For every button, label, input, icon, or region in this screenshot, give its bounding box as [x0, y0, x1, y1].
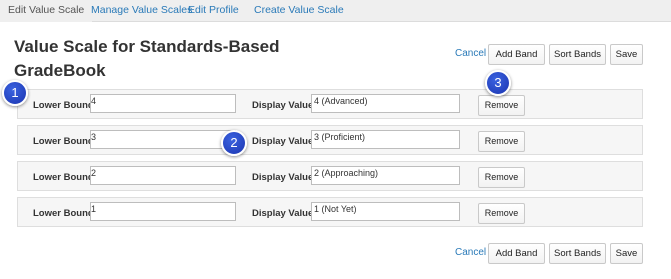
remove-button[interactable]: Remove	[478, 167, 525, 188]
display-value-input[interactable]: 2 (Approaching)	[311, 166, 460, 185]
tab-edit-profile[interactable]: Edit Profile	[180, 0, 247, 22]
sort-bands-button[interactable]: Sort Bands	[549, 44, 606, 65]
remove-button[interactable]: Remove	[478, 131, 525, 152]
save-button[interactable]: Save	[610, 44, 643, 65]
bottom-actions: Cancel Add Band Sort Bands Save	[455, 243, 645, 265]
tab-edit-value-scale[interactable]: Edit Value Scale	[0, 0, 93, 22]
display-value-input[interactable]: 1 (Not Yet)	[311, 202, 460, 221]
cancel-link[interactable]: Cancel	[455, 247, 486, 258]
cancel-link[interactable]: Cancel	[455, 48, 486, 59]
display-value-input[interactable]: 3 (Proficient)	[311, 130, 460, 149]
remove-button[interactable]: Remove	[478, 203, 525, 224]
callout-badge-1: 1	[2, 80, 28, 106]
display-value-label: Display Value	[252, 136, 314, 147]
remove-button[interactable]: Remove	[478, 95, 525, 116]
display-value-label: Display Value	[252, 208, 314, 219]
page-title: Value Scale for Standards-Based GradeBoo…	[14, 37, 280, 80]
lower-bound-input[interactable]: 2	[90, 166, 236, 185]
add-band-button[interactable]: Add Band	[488, 243, 545, 264]
tab-create-value-scale[interactable]: Create Value Scale	[246, 0, 352, 22]
band-row: Lower Bound 3 Display Value 3 (Proficien…	[17, 125, 643, 155]
add-band-button[interactable]: Add Band	[488, 44, 545, 65]
lower-bound-input[interactable]: 3	[90, 130, 236, 149]
callout-badge-3: 3	[485, 70, 511, 96]
lower-bound-input[interactable]: 1	[90, 202, 236, 221]
lower-bound-label: Lower Bound	[33, 208, 94, 219]
lower-bound-input[interactable]: 4	[90, 94, 236, 113]
top-nav: Edit Value Scale Manage Value Scales Edi…	[0, 0, 671, 22]
display-value-input[interactable]: 4 (Advanced)	[311, 94, 460, 113]
callout-badge-2: 2	[221, 130, 247, 156]
top-actions: Cancel Add Band Sort Bands Save	[455, 44, 645, 66]
band-row: Lower Bound 1 Display Value 1 (Not Yet) …	[17, 197, 643, 227]
band-row: Lower Bound 4 Display Value 4 (Advanced)…	[17, 89, 643, 119]
display-value-label: Display Value	[252, 100, 314, 111]
lower-bound-label: Lower Bound	[33, 172, 94, 183]
band-row: Lower Bound 2 Display Value 2 (Approachi…	[17, 161, 643, 191]
lower-bound-label: Lower Bound	[33, 136, 94, 147]
save-button[interactable]: Save	[610, 243, 643, 264]
display-value-label: Display Value	[252, 172, 314, 183]
sort-bands-button[interactable]: Sort Bands	[549, 243, 606, 264]
lower-bound-label: Lower Bound	[33, 100, 94, 111]
